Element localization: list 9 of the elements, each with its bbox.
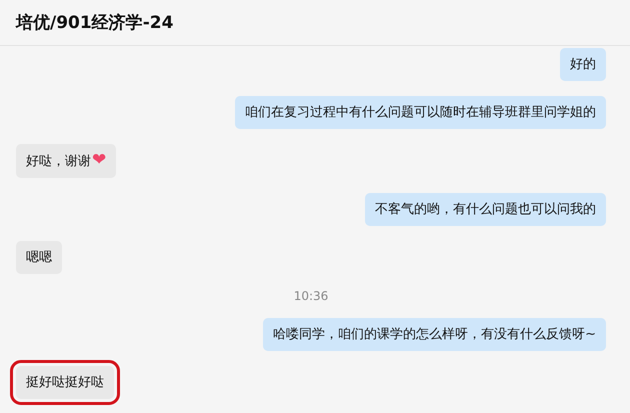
highlighted-message-bubble: 挺好哒挺好哒 <box>16 366 114 399</box>
message-bubble: 哈喽同学，咱们的课学的怎么样呀，有没有什么反馈呀~ <box>263 318 606 351</box>
message-bubble: 咱们在复习过程中有什么问题可以随时在辅导班群里问学姐的 <box>235 96 606 129</box>
message-bubble: 好哒，谢谢❤ <box>16 144 116 178</box>
timestamp: 10:36 <box>294 289 328 303</box>
chat-title: 培优/901经济学-24 <box>16 12 174 34</box>
message-bubble: 好的 <box>560 48 606 81</box>
message-bubble: 不客气的哟，有什么问题也可以问我的 <box>365 193 606 226</box>
message-bubble: 嗯嗯 <box>16 241 62 274</box>
